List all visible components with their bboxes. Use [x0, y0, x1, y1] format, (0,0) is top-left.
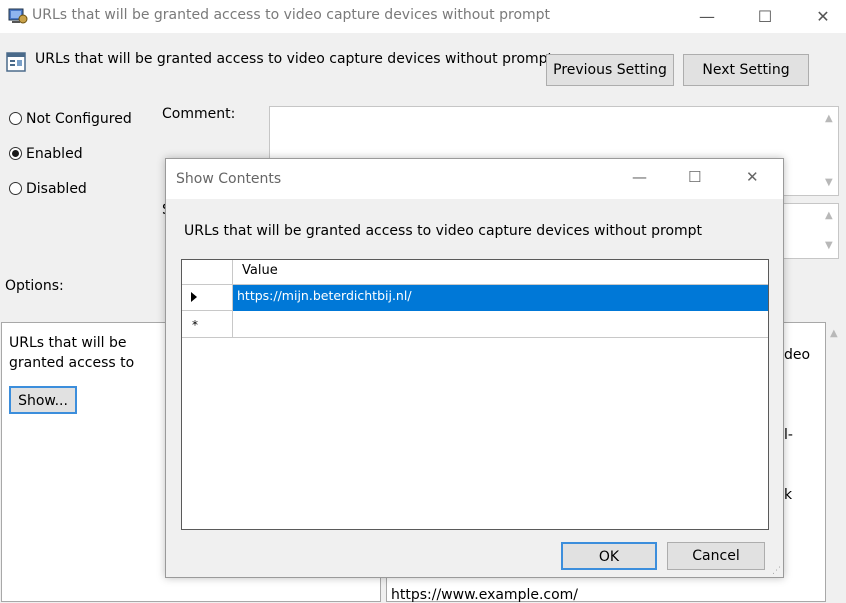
help-text-fragment: deo: [784, 347, 811, 363]
scroll-down-icon[interactable]: ▼: [825, 177, 833, 188]
radio-circle: [9, 112, 22, 125]
radio-circle: [9, 182, 22, 195]
scroll-up-icon[interactable]: ▲: [825, 210, 833, 221]
radio-not-configured[interactable]: Not Configured: [9, 111, 132, 131]
dialog-title: Show Contents: [176, 171, 282, 187]
show-button[interactable]: Show...: [9, 386, 77, 414]
resize-grip-icon[interactable]: ⋰: [772, 566, 781, 576]
radio-label: Disabled: [26, 181, 87, 197]
radio-circle-selected: [9, 147, 22, 160]
options-label: Options:: [5, 278, 64, 294]
grid-corner-header: [182, 260, 233, 285]
grid-cell-value[interactable]: https://mijn.beterdichtbij.nl/: [233, 285, 768, 311]
radio-label: Not Configured: [26, 111, 132, 127]
setting-title: URLs that will be granted access to vide…: [35, 51, 554, 67]
current-row-arrow-icon: [191, 292, 197, 302]
new-row-header[interactable]: [182, 311, 233, 338]
value-column-header[interactable]: Value: [233, 260, 768, 285]
help-text-fragment: l-: [784, 427, 793, 443]
radio-label: Enabled: [26, 146, 83, 162]
setting-icon: [6, 52, 26, 72]
help-example-url: https://www.example.com/: [391, 587, 579, 603]
close-icon[interactable]: ✕: [746, 168, 759, 186]
scroll-down-icon[interactable]: ▼: [825, 240, 833, 251]
scroll-up-icon[interactable]: ▲: [830, 328, 838, 339]
previous-setting-button[interactable]: Previous Setting: [546, 54, 674, 86]
new-row-marker-icon: *: [192, 318, 198, 332]
comment-label: Comment:: [162, 106, 236, 122]
radio-disabled[interactable]: Disabled: [9, 181, 87, 201]
close-icon[interactable]: ✕: [800, 0, 846, 33]
maximize-icon[interactable]: ☐: [688, 168, 701, 186]
ok-button[interactable]: OK: [561, 542, 657, 570]
grid-cell-new[interactable]: [233, 311, 768, 338]
minimize-icon[interactable]: —: [684, 0, 730, 33]
next-setting-button[interactable]: Next Setting: [683, 54, 809, 86]
cancel-button[interactable]: Cancel: [667, 542, 765, 570]
options-description: URLs that will be granted access to vide…: [9, 335, 135, 371]
dialog-description: URLs that will be granted access to vide…: [184, 223, 703, 239]
help-text-fragment: k: [784, 487, 793, 503]
maximize-icon[interactable]: ☐: [742, 0, 788, 33]
scroll-up-icon[interactable]: ▲: [825, 113, 833, 124]
window-title: URLs that will be granted access to vide…: [32, 7, 551, 23]
row-header[interactable]: [182, 285, 233, 311]
minimize-icon[interactable]: —: [632, 168, 647, 186]
policy-app-icon: [8, 8, 28, 24]
radio-enabled[interactable]: Enabled: [9, 146, 83, 166]
